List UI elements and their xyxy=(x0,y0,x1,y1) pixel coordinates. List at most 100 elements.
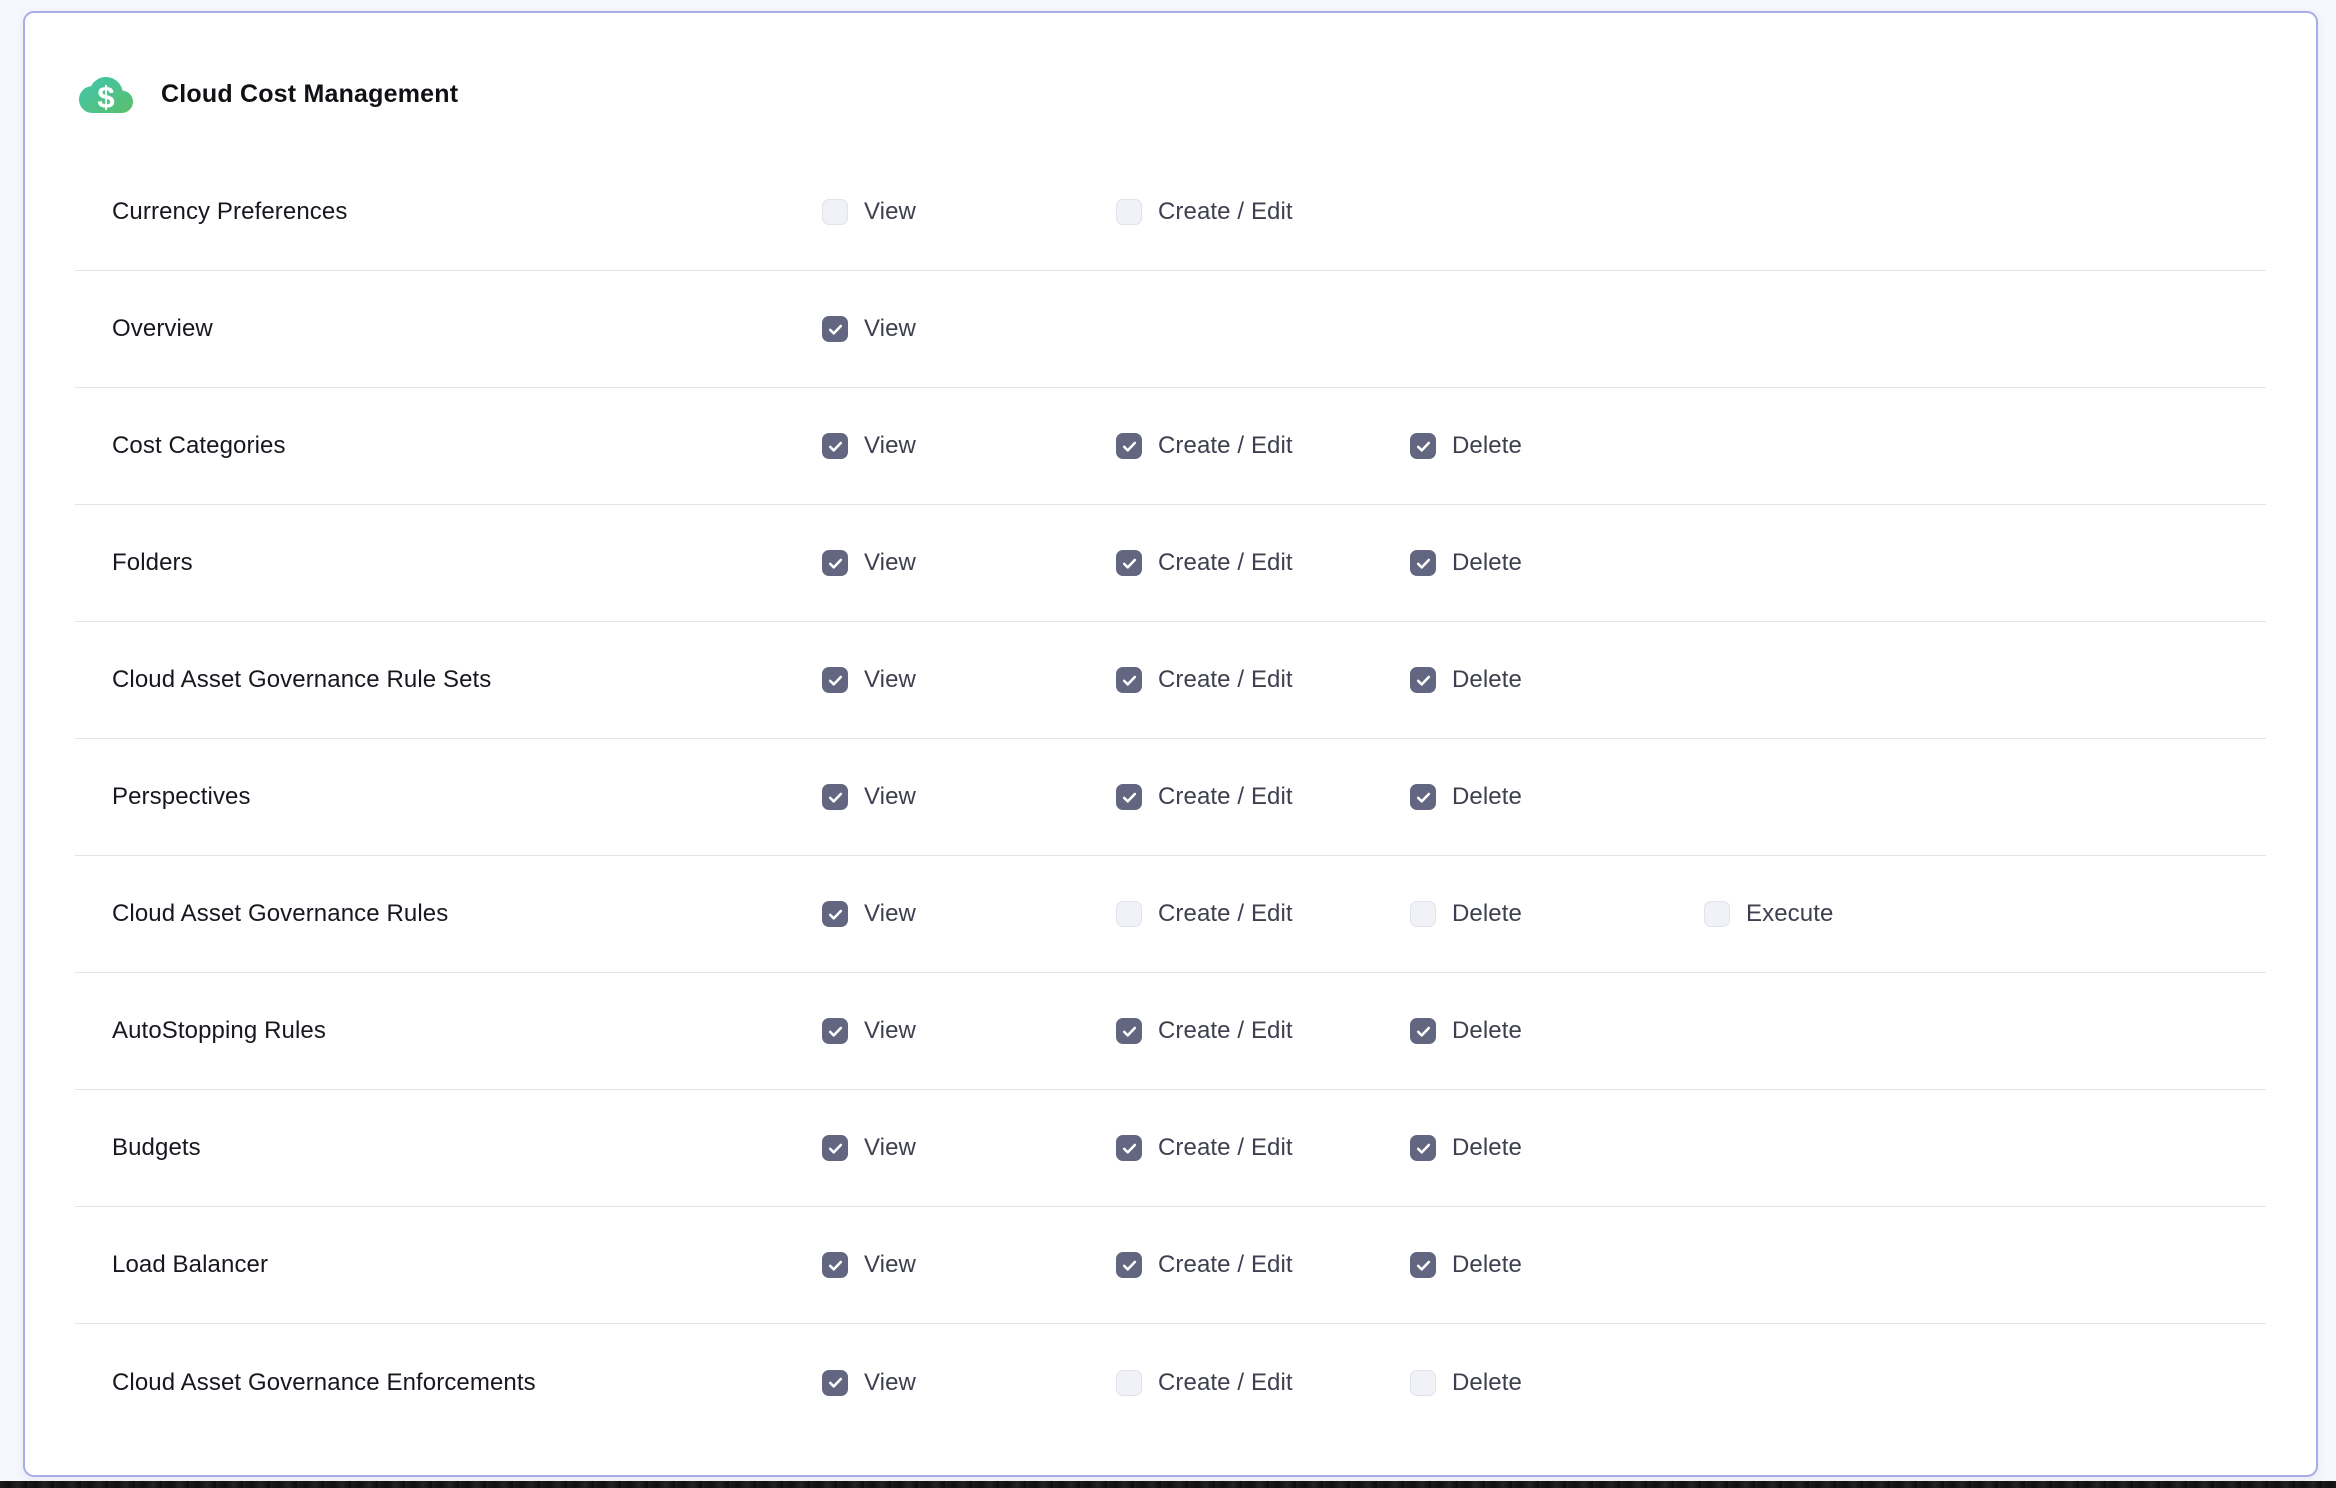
permission-row: Cloud Asset Governance Rule Sets View Cr… xyxy=(75,622,2266,739)
permission-checkbox-group[interactable]: Create / Edit xyxy=(1116,432,1410,460)
permission-checkbox-group[interactable]: Delete xyxy=(1410,1369,1704,1397)
permission-label: Delete xyxy=(1452,549,1522,577)
checkbox-icon[interactable] xyxy=(822,1135,848,1161)
permission-checkbox-group[interactable]: Create / Edit xyxy=(1116,666,1410,694)
checkbox-icon[interactable] xyxy=(822,667,848,693)
permission-label: Create / Edit xyxy=(1158,1251,1293,1279)
checkmark-icon xyxy=(827,1140,844,1157)
checkbox-icon[interactable] xyxy=(822,901,848,927)
checkbox-icon[interactable] xyxy=(1116,667,1142,693)
permission-checkbox-group[interactable]: Create / Edit xyxy=(1116,1017,1410,1045)
permission-label: View xyxy=(864,315,916,343)
permission-checkbox-group[interactable]: Delete xyxy=(1410,432,1704,460)
permission-checkbox-group[interactable]: Delete xyxy=(1410,549,1704,577)
permission-checkbox-group[interactable]: Create / Edit xyxy=(1116,549,1410,577)
permission-checkbox-group[interactable]: View xyxy=(822,666,1116,694)
permission-checkbox-group[interactable]: View xyxy=(822,1017,1116,1045)
checkmark-icon xyxy=(1121,789,1138,806)
resource-label: Load Balancer xyxy=(75,1251,822,1279)
checkmark-icon xyxy=(1415,1257,1432,1274)
checkbox-icon[interactable] xyxy=(1410,784,1436,810)
permission-row: Budgets View Create / Edit Delete xyxy=(75,1090,2266,1207)
checkmark-icon xyxy=(1121,1140,1138,1157)
permission-checkbox-group[interactable]: Delete xyxy=(1410,900,1704,928)
resource-label: Cloud Asset Governance Rules xyxy=(75,900,822,928)
checkmark-icon xyxy=(1121,672,1138,689)
permission-label: View xyxy=(864,549,916,577)
permission-checkbox-group[interactable]: View xyxy=(822,900,1116,928)
permission-checkbox-group[interactable]: View xyxy=(822,549,1116,577)
permission-label: Create / Edit xyxy=(1158,432,1293,460)
checkbox-icon[interactable] xyxy=(1116,433,1142,459)
permission-checkbox-group[interactable]: Execute xyxy=(1704,900,2266,928)
permission-checkbox-group[interactable]: View xyxy=(822,1134,1116,1162)
permission-label: Create / Edit xyxy=(1158,900,1293,928)
permission-checkbox-group[interactable]: Create / Edit xyxy=(1116,1134,1410,1162)
permission-label: Delete xyxy=(1452,900,1522,928)
checkmark-icon xyxy=(827,1023,844,1040)
checkbox-icon[interactable] xyxy=(822,1018,848,1044)
checkbox-icon[interactable] xyxy=(1410,433,1436,459)
checkbox-icon[interactable] xyxy=(1410,550,1436,576)
checkmark-icon xyxy=(1121,1257,1138,1274)
permission-checkbox-group[interactable]: View xyxy=(822,783,1116,811)
permission-label: View xyxy=(864,198,916,226)
checkbox-icon[interactable] xyxy=(1410,1135,1436,1161)
permission-label: Delete xyxy=(1452,666,1522,694)
permission-checkbox-group[interactable]: View xyxy=(822,1251,1116,1279)
permission-label: Delete xyxy=(1452,783,1522,811)
checkbox-icon[interactable] xyxy=(822,1370,848,1396)
checkbox-icon[interactable] xyxy=(822,199,848,225)
checkmark-icon xyxy=(1121,555,1138,572)
checkbox-icon[interactable] xyxy=(1410,1252,1436,1278)
permissions-card: $ Cloud Cost Management Currency Prefere… xyxy=(23,11,2318,1477)
checkbox-icon[interactable] xyxy=(822,433,848,459)
permission-checkbox-group[interactable]: Create / Edit xyxy=(1116,900,1410,928)
permission-row: Cost Categories View Create / Edit Delet… xyxy=(75,388,2266,505)
permission-checkbox-group[interactable]: View xyxy=(822,432,1116,460)
permission-checkbox-group[interactable]: Create / Edit xyxy=(1116,1369,1410,1397)
permission-label: Delete xyxy=(1452,1134,1522,1162)
checkbox-icon[interactable] xyxy=(1116,1018,1142,1044)
checkbox-icon[interactable] xyxy=(1410,901,1436,927)
module-title: Cloud Cost Management xyxy=(161,80,458,109)
permission-checkbox-group[interactable]: Create / Edit xyxy=(1116,783,1410,811)
cloud-dollar-icon: $ xyxy=(79,68,133,122)
checkbox-icon[interactable] xyxy=(1704,901,1730,927)
checkbox-icon[interactable] xyxy=(1116,199,1142,225)
permission-row: Cloud Asset Governance Rules View Create… xyxy=(75,856,2266,973)
checkbox-icon[interactable] xyxy=(1116,901,1142,927)
checkbox-icon[interactable] xyxy=(822,316,848,342)
permission-checkbox-group[interactable]: Delete xyxy=(1410,1251,1704,1279)
permission-label: Delete xyxy=(1452,432,1522,460)
permission-checkbox-group[interactable]: Create / Edit xyxy=(1116,1251,1410,1279)
checkbox-icon[interactable] xyxy=(1116,784,1142,810)
checkbox-icon[interactable] xyxy=(1116,1370,1142,1396)
module-header: $ Cloud Cost Management xyxy=(75,13,2266,154)
checkbox-icon[interactable] xyxy=(1116,1135,1142,1161)
checkbox-icon[interactable] xyxy=(822,1252,848,1278)
permission-row: Currency Preferences View Create / Edit xyxy=(75,154,2266,271)
resource-label: Cloud Asset Governance Rule Sets xyxy=(75,666,822,694)
permission-checkbox-group[interactable]: View xyxy=(822,315,1116,343)
checkbox-icon[interactable] xyxy=(822,550,848,576)
permission-label: Create / Edit xyxy=(1158,1369,1293,1397)
permission-label: View xyxy=(864,1017,916,1045)
permission-checkbox-group[interactable]: Delete xyxy=(1410,1017,1704,1045)
checkbox-icon[interactable] xyxy=(1116,1252,1142,1278)
checkbox-icon[interactable] xyxy=(1410,1370,1436,1396)
permission-checkbox-group[interactable]: Create / Edit xyxy=(1116,198,1410,226)
checkbox-icon[interactable] xyxy=(1116,550,1142,576)
permission-checkbox-group[interactable]: View xyxy=(822,198,1116,226)
permission-label: Create / Edit xyxy=(1158,783,1293,811)
permission-checkbox-group[interactable]: Delete xyxy=(1410,783,1704,811)
permission-label: View xyxy=(864,1251,916,1279)
permission-checkbox-group[interactable]: Delete xyxy=(1410,1134,1704,1162)
permission-checkbox-group[interactable]: Delete xyxy=(1410,666,1704,694)
permission-checkbox-group[interactable]: View xyxy=(822,1369,1116,1397)
checkbox-icon[interactable] xyxy=(1410,667,1436,693)
permission-label: View xyxy=(864,1134,916,1162)
checkmark-icon xyxy=(1415,789,1432,806)
checkbox-icon[interactable] xyxy=(822,784,848,810)
checkbox-icon[interactable] xyxy=(1410,1018,1436,1044)
